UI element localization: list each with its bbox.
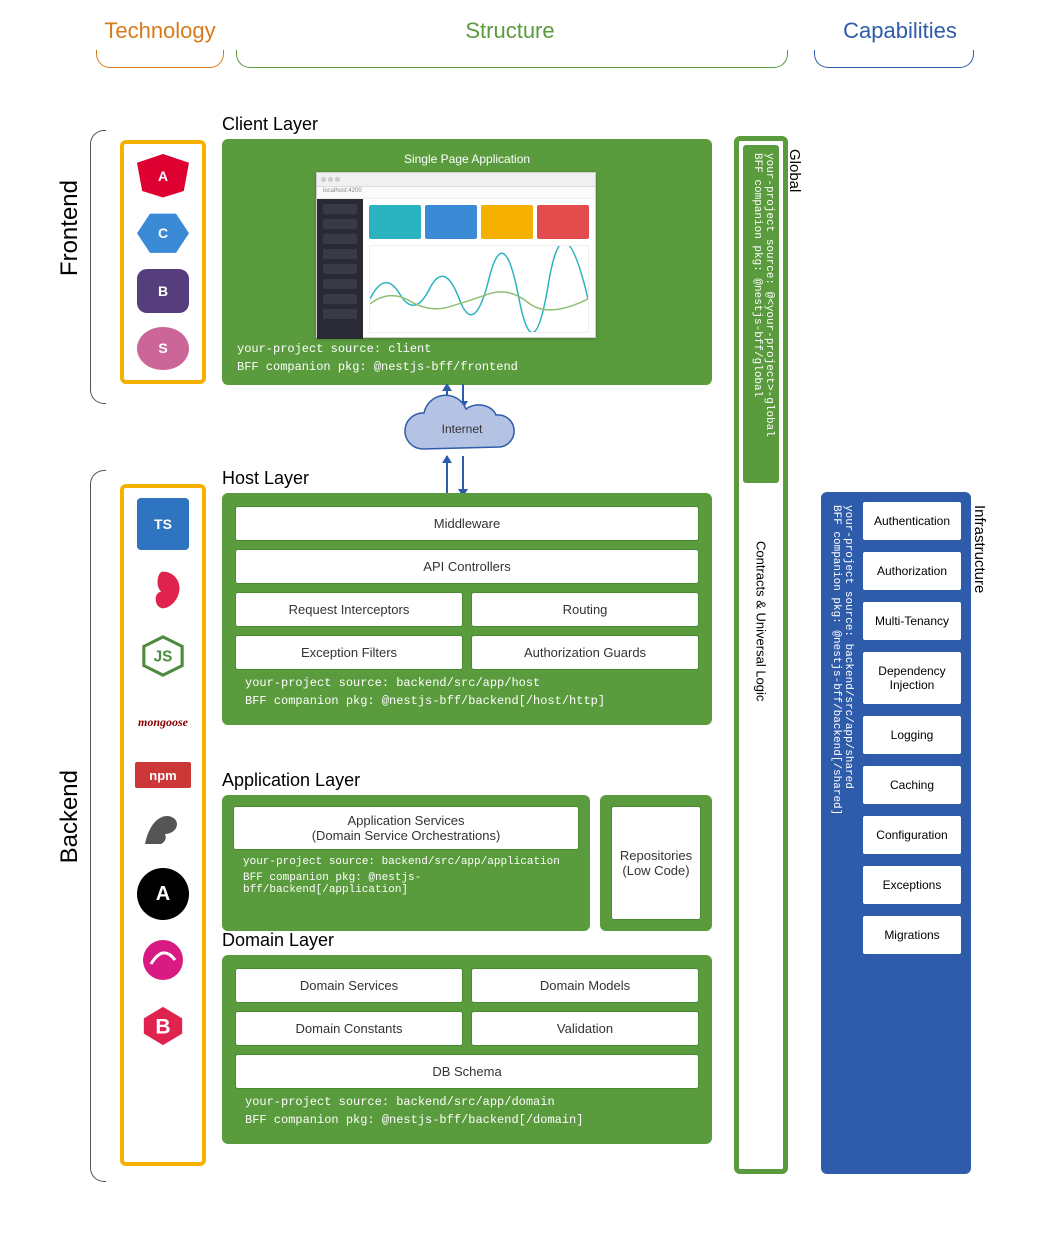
- infra-chips: Authentication Authorization Multi-Tenan…: [862, 501, 962, 1165]
- global-src: your-project source: @<your-project>-glo…: [743, 145, 779, 483]
- global-label: Global: [786, 149, 803, 192]
- infra-label: Infrastructure: [971, 505, 988, 593]
- brace-technology: [96, 50, 224, 68]
- repositories-box: Repositories (Low Code): [600, 795, 712, 931]
- cloud-internet: Internet: [392, 394, 532, 464]
- app-src2: BFF companion pkg: @nestjs-bff/backend[/…: [233, 872, 579, 900]
- domain-src2: BFF companion pkg: @nestjs-bff/backend[/…: [235, 1113, 699, 1131]
- chip-app-services: Application Services (Domain Service Orc…: [233, 806, 579, 850]
- chip-authentication: Authentication: [862, 501, 962, 541]
- chip-domain-models: Domain Models: [471, 968, 699, 1003]
- host-src2: BFF companion pkg: @nestjs-bff/backend[/…: [235, 694, 699, 712]
- client-layer-title: Client Layer: [222, 114, 712, 135]
- svg-text:B: B: [155, 1016, 170, 1039]
- chip-caching: Caching: [862, 765, 962, 805]
- chip-routing: Routing: [471, 592, 699, 627]
- brace-backend: [90, 470, 106, 1182]
- chip-app-services-l1: Application Services: [240, 813, 572, 828]
- nestjs-icon: [137, 564, 189, 616]
- chip-authorization: Authorization: [862, 551, 962, 591]
- chip-app-services-l2: (Domain Service Orchestrations): [240, 828, 572, 843]
- host-layer-title: Host Layer: [222, 468, 712, 489]
- brace-frontend: [90, 130, 106, 404]
- app-layer-title: Application Layer: [222, 770, 712, 791]
- babel-icon: B: [137, 1000, 189, 1052]
- chip-request-interceptors: Request Interceptors: [235, 592, 463, 627]
- cloud-label: Internet: [392, 422, 532, 436]
- domain-layer-title: Domain Layer: [222, 930, 712, 951]
- npm-icon: npm: [135, 762, 191, 788]
- domain-layer-box: Domain Services Domain Models Domain Con…: [222, 955, 712, 1144]
- infra-src: your-project source: backend/src/app/sha…: [830, 505, 854, 815]
- chip-exception-filters: Exception Filters: [235, 635, 463, 670]
- spa-caption: Single Page Application: [227, 152, 707, 166]
- chip-domain-services: Domain Services: [235, 968, 463, 1003]
- sass-icon: S: [137, 327, 189, 371]
- repos-l2: (Low Code): [616, 863, 696, 878]
- typescript-icon: TS: [137, 498, 189, 550]
- global-src1: your-project source: @<your-project>-glo…: [763, 153, 775, 475]
- infra-src2: BFF companion pkg: @nestjs-bff/backend[/…: [830, 505, 842, 815]
- chip-configuration: Configuration: [862, 815, 962, 855]
- repos-l1: Repositories: [616, 848, 696, 863]
- chip-repositories: Repositories (Low Code): [611, 806, 701, 920]
- header-technology: Technology: [80, 18, 240, 44]
- domain-src1: your-project source: backend/src/app/dom…: [235, 1089, 699, 1113]
- nodejs-icon: JS: [137, 630, 189, 682]
- section-frontend-label: Frontend: [56, 180, 84, 276]
- chip-logging: Logging: [862, 715, 962, 755]
- global-box: Global your-project source: @<your-proje…: [734, 136, 788, 1174]
- chip-dependency-injection: Dependency Injection: [862, 651, 962, 705]
- app-src1: your-project source: backend/src/app/app…: [233, 850, 579, 872]
- oauth-icon: A: [137, 868, 189, 920]
- chip-domain-constants: Domain Constants: [235, 1011, 463, 1046]
- infra-box: Infrastructure your-project source: back…: [821, 492, 971, 1174]
- client-src2: BFF companion pkg: @nestjs-bff/frontend: [227, 354, 528, 378]
- domain-layer-wrap: Domain Layer Domain Services Domain Mode…: [222, 930, 712, 1144]
- tech-backend-box: TS JS mongoose npm A B: [120, 484, 206, 1166]
- contracts-label: Contracts & Universal Logic: [754, 541, 769, 701]
- app-layer-wrap: Application Layer Application Services (…: [222, 770, 712, 931]
- header-capabilities: Capabilities: [800, 18, 1000, 44]
- chip-middleware: Middleware: [235, 506, 699, 541]
- section-backend-label: Backend: [56, 770, 84, 863]
- chip-multi-tenancy: Multi-Tenancy: [862, 601, 962, 641]
- host-layer-wrap: Host Layer Middleware API Controllers Re…: [222, 468, 712, 725]
- chip-validation: Validation: [471, 1011, 699, 1046]
- chip-authorization-guards: Authorization Guards: [471, 635, 699, 670]
- host-src1: your-project source: backend/src/app/hos…: [235, 670, 699, 694]
- svg-text:JS: JS: [154, 649, 173, 666]
- app-layer-box: Application Services (Domain Service Orc…: [222, 795, 590, 931]
- chip-exceptions: Exceptions: [862, 865, 962, 905]
- passport-icon: [137, 802, 189, 854]
- chip-db-schema: DB Schema: [235, 1054, 699, 1089]
- spa-mock: localhost:4200: [316, 172, 596, 338]
- chip-api-controllers: API Controllers: [235, 549, 699, 584]
- bootstrap-icon: B: [137, 269, 189, 313]
- header-structure: Structure: [250, 18, 770, 44]
- brace-capabilities: [814, 50, 974, 68]
- rxjs-icon: [137, 934, 189, 986]
- angular-icon: A: [137, 154, 189, 198]
- coreui-icon: C: [137, 212, 189, 256]
- global-src2: BFF companion pkg: @nestjs-bff/global: [751, 153, 763, 475]
- brace-structure: [236, 50, 788, 68]
- host-layer-box: Middleware API Controllers Request Inter…: [222, 493, 712, 725]
- tech-frontend-box: A C B S: [120, 140, 206, 384]
- infra-src1: your-project source: backend/src/app/sha…: [842, 505, 854, 815]
- chip-migrations: Migrations: [862, 915, 962, 955]
- mongoose-icon: mongoose: [131, 696, 195, 748]
